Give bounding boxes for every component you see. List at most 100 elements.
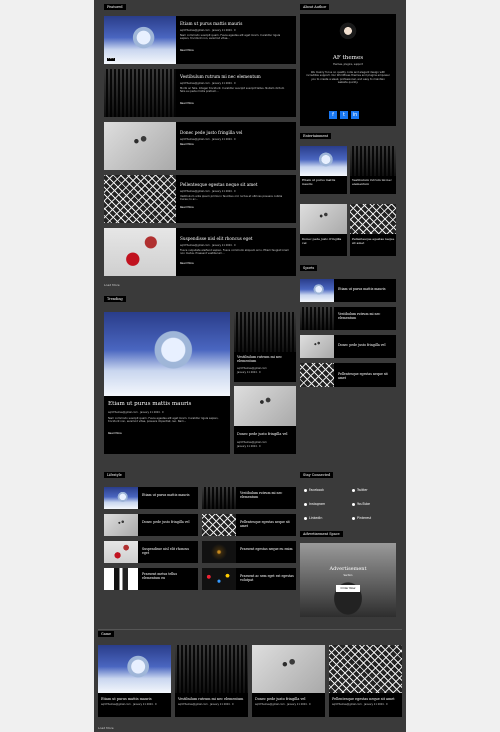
element: January 11 2024: [211, 82, 232, 85]
lifestyle-label: Lifestyle: [104, 472, 125, 478]
game-post-3[interactable]: Donec pede justo fringilla vel aqmThemes…: [252, 645, 325, 717]
element: January 11 2024: [132, 703, 153, 706]
featured-post-5[interactable]: Suspendisse nisl elit rhoncus eget aqmTh…: [104, 228, 296, 276]
post-title: Vestibulum rutrum mi nec elementum: [338, 312, 381, 320]
game-post-1[interactable]: Etiam ut purus mattis mauris aqmThemes@g…: [98, 645, 171, 717]
trending-side-post-2[interactable]: Donec pede justo fringilla vel aqmThemes…: [234, 386, 296, 454]
post-meta: aqmThemes@gmail.com: [237, 441, 267, 444]
post-title[interactable]: Etiam ut purus mattis mauris: [108, 401, 226, 408]
post-title[interactable]: Donec pede justo fringilla vel: [180, 130, 290, 135]
youtube-icon: [352, 502, 355, 506]
post-image: [300, 335, 334, 358]
post-title: Praesent ac sem eget est egestas volutpa…: [240, 574, 294, 582]
read-more-link[interactable]: Read More: [180, 102, 194, 105]
ad-subtitle: Section: [343, 574, 353, 577]
post-image[interactable]: [234, 312, 296, 352]
author-tagline: themes, plugins, support: [333, 63, 363, 66]
element: January 11 2024: [211, 244, 232, 247]
post-title[interactable]: Donec pede justo fringilla vel: [237, 432, 294, 436]
load-more-button-games[interactable]: Load More: [98, 726, 114, 730]
post-meta: aqmThemes@gmail.com · January 11 2024 · …: [108, 411, 164, 414]
page-container: Featured 3 of 5 Etiam ut purus mattis ma…: [94, 0, 406, 732]
trending-main-post[interactable]: Etiam ut purus mattis mauris aqmThemes@g…: [104, 312, 230, 454]
featured-post-1[interactable]: 3 of 5 Etiam ut purus mattis mauris aqmT…: [104, 16, 296, 64]
featured-post-2[interactable]: Vestibulum rutrum mi nec elementum aqmTh…: [104, 69, 296, 117]
sports-item-2[interactable]: Vestibulum rutrum mi nec elementum: [300, 307, 396, 330]
entertainment-item-3[interactable]: Donec pede justo fringilla vel: [300, 204, 347, 256]
post-image[interactable]: [104, 122, 176, 170]
post-image: [300, 146, 347, 176]
sports-item-3[interactable]: Donec pede justo fringilla vel: [300, 335, 396, 358]
lifestyle-item-8[interactable]: Praesent ac sem eget est egestas volutpa…: [202, 568, 296, 590]
sports-item-1[interactable]: Etiam ut purus mattis mauris: [300, 279, 396, 302]
post-image[interactable]: [104, 312, 230, 396]
post-image: [98, 645, 171, 693]
post-image[interactable]: [104, 228, 176, 276]
sports-item-4[interactable]: Pellentesque egestas neque sit amet: [300, 363, 396, 387]
featured-post-3[interactable]: Donec pede justo fringilla vel aqmThemes…: [104, 122, 296, 170]
element: 0: [259, 445, 261, 448]
post-image: [104, 541, 138, 563]
element: 0: [385, 703, 388, 706]
lifestyle-item-3[interactable]: Donec pede justo fringilla vel: [104, 514, 198, 536]
entertainment-item-4[interactable]: Pellentesque egestas neque sit amet: [350, 204, 396, 256]
advertisement-banner[interactable]: Advertisement Section Order Now: [300, 543, 396, 617]
element: aqmThemes@gmail.com: [178, 703, 208, 706]
post-title[interactable]: Vestibulum rutrum mi nec elementum: [237, 355, 294, 363]
featured-label: Featured: [104, 4, 126, 10]
post-title: Pellentesque egestas neque sit amet: [240, 520, 290, 528]
featured-post-4[interactable]: Pellentesque egestas neque sit amet aqmT…: [104, 175, 296, 223]
entertainment-item-2[interactable]: Vestibulum rutrum mi nec elementum: [350, 146, 396, 194]
element: 0: [233, 190, 236, 193]
trending-side-post-1[interactable]: Vestibulum rutrum mi nec elementum aqmTh…: [234, 312, 296, 382]
post-image[interactable]: [104, 69, 176, 117]
facebook-icon[interactable]: f: [329, 111, 337, 119]
linkedin-link[interactable]: LinkedIn: [304, 516, 322, 520]
post-title[interactable]: Suspendisse nisl elit rhoncus eget: [180, 236, 290, 241]
post-title[interactable]: Vestibulum rutrum mi nec elementum: [180, 74, 290, 79]
lifestyle-item-4[interactable]: Pellentesque egestas neque sit amet: [202, 514, 296, 536]
lifestyle-item-2[interactable]: Vestibulum rutrum mi nec elementum: [202, 487, 296, 509]
post-title: Etiam ut purus mattis mauris: [101, 697, 152, 701]
youtube-link[interactable]: YouTube: [352, 502, 370, 506]
game-post-4[interactable]: Pellentesque egestas neque sit amet aqmT…: [329, 645, 402, 717]
game-post-2[interactable]: Vestibulum rutrum mi nec elementum aqmTh…: [175, 645, 248, 717]
pinterest-icon: [352, 516, 355, 520]
read-more-link[interactable]: Read More: [180, 206, 194, 209]
twitter-link[interactable]: Twitter: [352, 488, 368, 492]
element: 0: [233, 82, 236, 85]
post-title[interactable]: Pellentesque egestas neque sit amet: [180, 182, 290, 187]
read-more-link[interactable]: Read More: [180, 143, 194, 146]
post-image[interactable]: [234, 386, 296, 426]
read-more-link[interactable]: Read More: [180, 262, 194, 265]
ad-title: Advertisement: [329, 566, 367, 572]
pinterest-link[interactable]: Pinterest: [352, 516, 371, 520]
instagram-link[interactable]: Instagram: [304, 502, 325, 506]
advertisement-label: Advertisement Space: [300, 531, 343, 537]
stay-connected-label: Stay Connected: [300, 472, 334, 478]
lifestyle-item-7[interactable]: Praesent metus tellus elementum eu: [104, 568, 198, 590]
post-title: Donec pede justo fringilla vel: [255, 697, 306, 701]
post-title: Donec pede justo fringilla vel: [142, 520, 190, 524]
element: 0: [233, 138, 236, 141]
lifestyle-item-5[interactable]: Suspendisse nisl elit rhoncus eget: [104, 541, 198, 563]
read-more-link[interactable]: Read More: [180, 49, 194, 52]
post-title: Vestibulum rutrum mi nec elementum: [352, 178, 392, 186]
lifestyle-item-1[interactable]: Etiam ut purus mattis mauris: [104, 487, 198, 509]
twitter-icon[interactable]: t: [340, 111, 348, 119]
post-meta: aqmThemes@gmail.com · January 11 2024 · …: [101, 703, 157, 706]
post-image[interactable]: [104, 16, 176, 64]
facebook-link[interactable]: Facebook: [304, 488, 324, 492]
post-date: January 11 2024 · 0: [237, 445, 261, 448]
post-title[interactable]: Etiam ut purus mattis mauris: [180, 21, 290, 26]
entertainment-item-1[interactable]: Etiam ut purus mattis mauris: [300, 146, 347, 194]
read-more-link[interactable]: Read More: [108, 432, 122, 435]
load-more-button[interactable]: Load More: [104, 283, 120, 287]
element: 0: [259, 371, 261, 374]
divider: [98, 629, 402, 630]
post-title: Donec pede justo fringilla vel: [338, 343, 386, 347]
post-image[interactable]: [104, 175, 176, 223]
lifestyle-item-6[interactable]: Praesent egestas neque eu enim: [202, 541, 296, 563]
linkedin-icon[interactable]: in: [351, 111, 359, 119]
order-now-button[interactable]: Order Now: [336, 585, 360, 592]
